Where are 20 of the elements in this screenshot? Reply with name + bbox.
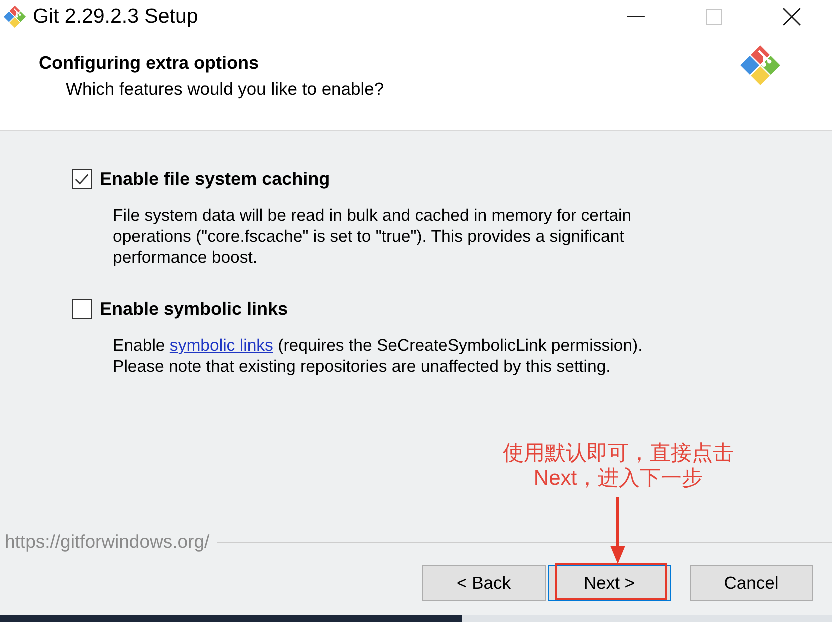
window-title: Git 2.29.2.3 Setup [33, 5, 198, 29]
page-title: Configuring extra options [39, 53, 259, 74]
logo-icon [739, 44, 782, 87]
link[interactable]: symbolic links [170, 336, 274, 355]
close-icon[interactable] [783, 8, 801, 26]
wizard-button[interactable]: Next > [548, 565, 671, 601]
annotation-text: 使用默认即可，直接点击Next，进入下一步 [502, 441, 735, 491]
page-subtitle: Which features would you like to enable? [66, 79, 384, 100]
option-description: Enable symbolic links (requires the SeCreateSymbolicLink permission). Please note that existing repositories are unaffected by this setting. [113, 335, 644, 377]
option-label[interactable]: Enable symbolic links [100, 298, 288, 320]
annotation-arrow [610, 497, 626, 564]
wizard-button[interactable]: Cancel [690, 565, 813, 601]
minimize-icon[interactable] [627, 16, 645, 18]
checkbox[interactable] [72, 299, 92, 319]
website-url: https://gitforwindows.org/ [5, 531, 210, 553]
app-icon [3, 5, 27, 29]
option-description: File system data will be read in bulk and cached in memory for certain operations ("core.fscache" is set to "true"). This provides a significant performance boost. [113, 205, 633, 268]
checkbox[interactable] [72, 169, 92, 189]
wizard-button[interactable]: < Back [422, 565, 546, 601]
option-label[interactable]: Enable file system caching [100, 168, 330, 190]
